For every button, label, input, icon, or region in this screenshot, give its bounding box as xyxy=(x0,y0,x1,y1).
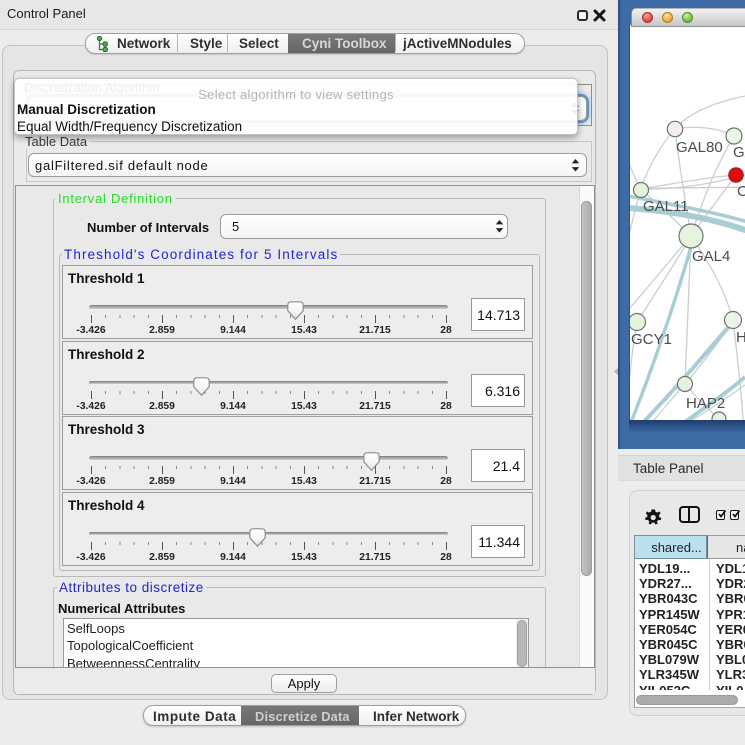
svg-text:HAP2: HAP2 xyxy=(686,395,725,412)
svg-text:CD: CD xyxy=(737,183,745,200)
svg-text:GAL11: GAL11 xyxy=(643,198,689,215)
svg-text:GA: GA xyxy=(733,144,745,161)
svg-text:GAL4: GAL4 xyxy=(692,248,730,265)
svg-text:GAL80: GAL80 xyxy=(676,139,723,156)
svg-text:H: H xyxy=(736,329,745,346)
svg-text:GCY1: GCY1 xyxy=(631,331,672,348)
